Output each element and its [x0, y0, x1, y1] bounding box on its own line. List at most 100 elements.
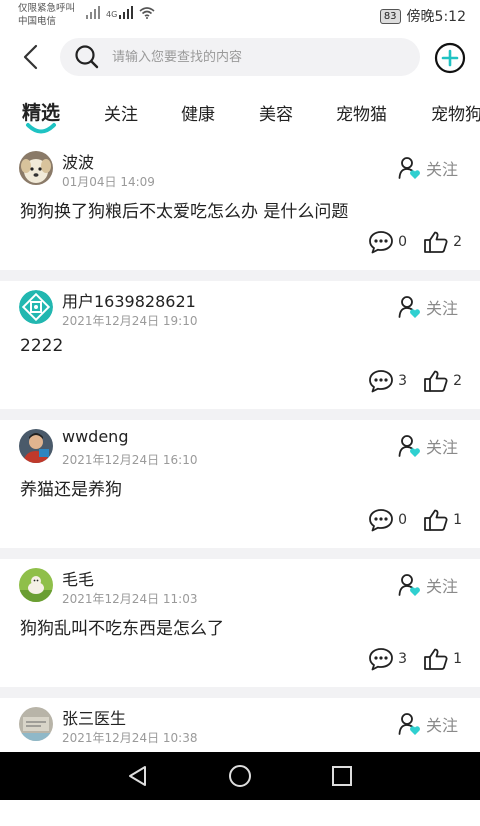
divider: [0, 409, 480, 420]
comment-count: 0: [398, 512, 408, 528]
post-time: 2021年12月24日 16:10: [62, 453, 198, 467]
nav-recents-button[interactable]: [330, 764, 354, 788]
tab-beauty[interactable]: 美容: [259, 100, 293, 125]
post-time: 01月04日 14:09: [62, 175, 155, 189]
username[interactable]: 用户1639828621: [62, 288, 196, 312]
like-button[interactable]: 2: [423, 369, 462, 393]
comment-icon: [369, 648, 394, 671]
dog-avatar-icon: [19, 151, 53, 185]
add-post-button[interactable]: [434, 42, 466, 74]
follow-label: 关注: [426, 438, 459, 457]
follow-user-icon: [398, 435, 420, 457]
comment-icon: [369, 231, 394, 254]
avatar[interactable]: [19, 707, 53, 741]
top-bar: [0, 32, 480, 84]
like-button[interactable]: 1: [423, 647, 462, 671]
comment-icon: [369, 509, 394, 532]
comment-button[interactable]: 3: [368, 369, 407, 393]
status-bar: 仅限紧急呼叫 中国电信 4G 83 傍晚5:12: [0, 0, 480, 32]
comment-count: 3: [398, 373, 408, 389]
post-content[interactable]: 狗狗换了狗粮后不太爱吃怎么办 是什么问题: [20, 197, 348, 222]
follow-button[interactable]: 关注: [398, 573, 458, 597]
like-count: 1: [453, 651, 462, 667]
tab-pet-cat[interactable]: 宠物猫: [336, 100, 387, 125]
wifi-icon: [139, 7, 155, 19]
post-card[interactable]: 毛毛 2021年12月24日 11:03 关注 狗狗乱叫不吃东西是怎么了 3 1: [0, 559, 480, 687]
post-content[interactable]: 养猫还是养狗: [20, 475, 122, 500]
emergency-text: 仅限紧急呼叫: [18, 3, 76, 14]
follow-user-icon: [398, 296, 420, 318]
username[interactable]: wwdeng: [62, 427, 128, 446]
comment-count: 3: [398, 651, 408, 667]
divider: [0, 548, 480, 559]
follow-button[interactable]: 关注: [398, 434, 458, 458]
follow-button[interactable]: 关注: [398, 295, 458, 319]
post-actions: 3 1: [368, 647, 462, 671]
tab-health[interactable]: 健康: [181, 100, 215, 125]
follow-user-icon: [398, 157, 420, 179]
like-count: 2: [453, 373, 462, 389]
puppy-avatar-icon: [19, 568, 53, 602]
comment-button[interactable]: 0: [368, 508, 407, 532]
post-card[interactable]: 波波 01月04日 14:09 关注 狗狗换了狗粮后不太爱吃怎么办 是什么问题 …: [0, 142, 480, 270]
like-button[interactable]: 2: [423, 230, 462, 254]
avatar[interactable]: [19, 429, 53, 463]
follow-button[interactable]: 关注: [398, 712, 458, 736]
post-content[interactable]: 狗狗乱叫不吃东西是怎么了: [20, 614, 224, 639]
post-card[interactable]: wwdeng 2021年12月24日 16:10 关注 养猫还是养狗 0 1: [0, 420, 480, 548]
system-nav-bar: [0, 752, 480, 800]
carrier-info: 仅限紧急呼叫 中国电信: [18, 2, 75, 28]
tab-featured[interactable]: 精选: [22, 98, 60, 125]
avatar[interactable]: [19, 151, 53, 185]
follow-user-icon: [398, 713, 420, 735]
follow-label: 关注: [426, 160, 459, 179]
search-input[interactable]: [110, 48, 384, 66]
follow-label: 关注: [426, 716, 459, 735]
avatar[interactable]: [19, 290, 53, 324]
follow-label: 关注: [426, 299, 459, 318]
like-count: 2: [453, 234, 462, 250]
divider: [0, 270, 480, 281]
comment-icon: [369, 370, 394, 393]
post-actions: 0 2: [368, 230, 462, 254]
search-bar[interactable]: [60, 38, 420, 76]
person-avatar-icon: [19, 429, 53, 463]
avatar[interactable]: [19, 568, 53, 602]
network-type: 4G: [106, 10, 118, 19]
category-tabs: 精选 关注 健康 美容 宠物猫 宠物狗: [0, 92, 480, 142]
thumbs-up-icon: [424, 231, 448, 253]
comment-button[interactable]: 3: [368, 647, 407, 671]
comment-count: 0: [398, 234, 408, 250]
comment-button[interactable]: 0: [368, 230, 407, 254]
teal-logo-avatar-icon: [19, 290, 53, 324]
follow-label: 关注: [426, 577, 459, 596]
post-actions: 3 2: [368, 369, 462, 393]
tab-pet-dog[interactable]: 宠物狗: [431, 100, 480, 125]
back-button[interactable]: [14, 40, 48, 74]
follow-user-icon: [398, 574, 420, 596]
username[interactable]: 毛毛: [62, 566, 94, 590]
nav-back-button[interactable]: [126, 764, 150, 788]
chevron-left-icon: [23, 44, 38, 70]
divider: [0, 687, 480, 698]
post-content[interactable]: 2222: [20, 336, 63, 356]
clinic-avatar-icon: [19, 707, 53, 741]
like-count: 1: [453, 512, 462, 528]
username[interactable]: 波波: [62, 149, 94, 173]
signal-icons: 4G: [86, 6, 155, 19]
post-time: 2021年12月24日 11:03: [62, 592, 198, 606]
thumbs-up-icon: [424, 648, 448, 670]
post-card[interactable]: 用户1639828621 2021年12月24日 19:10 关注 2222 3: [0, 281, 480, 409]
tab-following[interactable]: 关注: [104, 100, 138, 125]
carrier-name: 中国电信: [18, 16, 57, 27]
battery-icon: 83: [379, 8, 401, 24]
thumbs-up-icon: [424, 370, 448, 392]
post-time: 2021年12月24日 10:38: [62, 731, 198, 745]
nav-home-button[interactable]: [228, 764, 252, 788]
thumbs-up-icon: [424, 509, 448, 531]
username[interactable]: 张三医生: [62, 705, 126, 729]
clock: 傍晚5:12: [406, 9, 466, 25]
like-button[interactable]: 1: [423, 508, 462, 532]
post-time: 2021年12月24日 19:10: [62, 314, 198, 328]
follow-button[interactable]: 关注: [398, 156, 458, 180]
